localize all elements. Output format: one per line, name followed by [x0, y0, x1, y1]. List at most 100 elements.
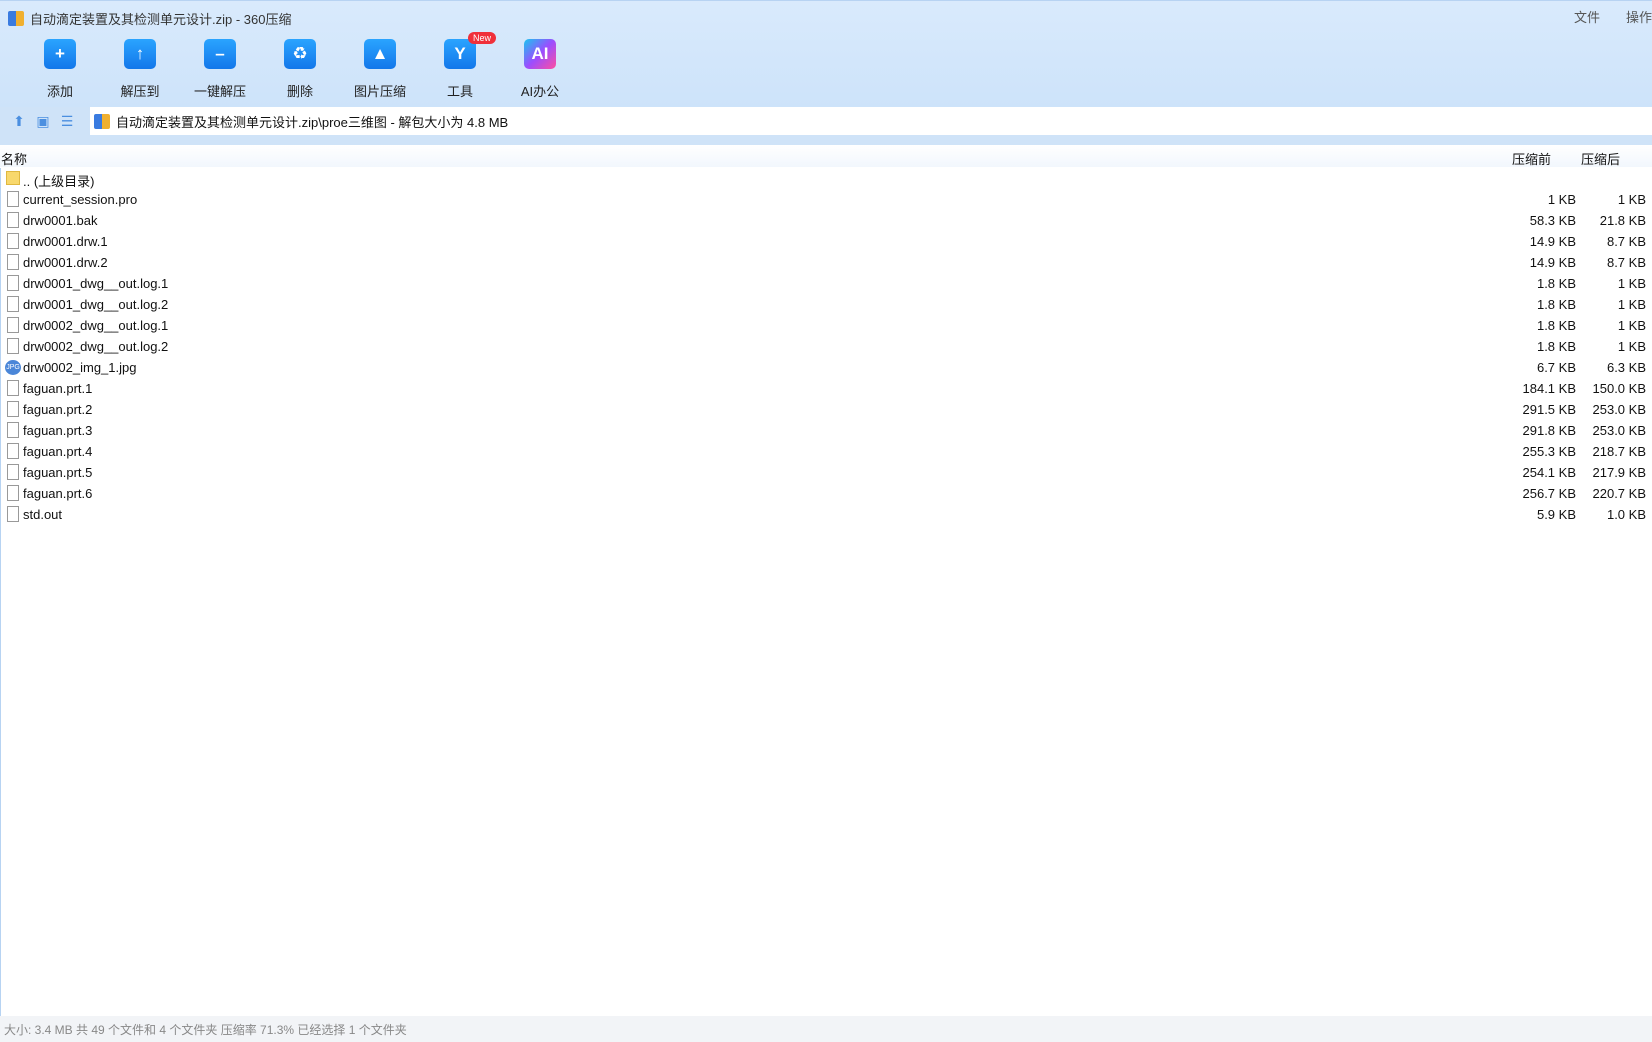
file-icon [7, 380, 19, 396]
size-after: 218.7 KB [1592, 444, 1647, 459]
file-name: faguan.prt.5 [23, 465, 93, 480]
toolbar-button-2[interactable]: – 一键解压 [180, 39, 260, 100]
file-row[interactable]: faguan.prt.2 291.5 KB 253.0 KB [0, 399, 1652, 420]
path-text: 自动滴定装置及其检测单元设计.zip\proe三维图 - 解包大小为 4.8 M… [116, 114, 509, 130]
file-row[interactable]: faguan.prt.1 184.1 KB 150.0 KB [0, 378, 1652, 399]
file-row[interactable]: drw0001.drw.1 14.9 KB 8.7 KB [0, 231, 1652, 252]
file-icon [7, 422, 19, 438]
thumbnail-view-icon[interactable]: ▣ [31, 113, 55, 130]
file-name: current_session.pro [23, 192, 138, 207]
file-name: drw0001_dwg__out.log.2 [23, 297, 169, 312]
size-after: 6.3 KB [1606, 360, 1646, 375]
file-row[interactable]: faguan.prt.4 255.3 KB 218.7 KB [0, 441, 1652, 462]
size-before: 1 KB [1547, 192, 1576, 207]
file-name: faguan.prt.4 [23, 444, 93, 459]
size-before: 291.8 KB [1522, 423, 1577, 438]
status-text: 大小: 3.4 MB 共 49 个文件和 4 个文件夹 压缩率 71.3% 已经… [4, 1023, 407, 1037]
toolbar-button-label: 图片压缩 [353, 84, 406, 99]
file-name: drw0001_dwg__out.log.1 [23, 276, 169, 291]
toolbar-button-0[interactable]: + 添加 [20, 39, 100, 100]
file-icon [7, 443, 19, 459]
path-input[interactable]: 自动滴定装置及其检测单元设计.zip\proe三维图 - 解包大小为 4.8 M… [90, 107, 1652, 135]
size-after: 220.7 KB [1592, 486, 1647, 501]
new-badge: New [468, 32, 497, 44]
size-after: 21.8 KB [1599, 213, 1646, 228]
menu-bar: 文件 操作 [1574, 7, 1652, 26]
size-before: 5.9 KB [1536, 507, 1576, 522]
file-icon [7, 464, 19, 480]
toolbar: + 添加 ↑ 解压到 – 一键解压 ♻ 删除 ▲ 图片压缩 Y New 工具 AI AI办公 [20, 32, 580, 100]
menu-actions[interactable]: 操作 [1626, 7, 1652, 26]
file-icon [7, 401, 19, 417]
size-after: 1.0 KB [1606, 507, 1646, 522]
file-icon [7, 338, 19, 354]
file-row[interactable]: drw0001.drw.2 14.9 KB 8.7 KB [0, 252, 1652, 273]
file-row[interactable]: faguan.prt.3 291.8 KB 253.0 KB [0, 420, 1652, 441]
ai-office-icon: AI [524, 39, 556, 69]
file-row[interactable]: faguan.prt.5 254.1 KB 217.9 KB [0, 462, 1652, 483]
size-after: 1 KB [1617, 318, 1646, 333]
file-row[interactable]: drw0001_dwg__out.log.1 1.8 KB 1 KB [0, 273, 1652, 294]
file-name: drw0002_img_1.jpg [23, 360, 137, 375]
column-header: 名称 压缩前 压缩后 [0, 145, 1652, 167]
file-name: drw0001.drw.2 [23, 255, 108, 270]
file-icon [7, 296, 19, 312]
file-row[interactable]: .. (上级目录) [0, 168, 1652, 189]
file-name: faguan.prt.1 [23, 381, 93, 396]
column-name[interactable]: 名称 [1, 149, 27, 168]
toolbar-button-label: 工具 [446, 84, 473, 99]
toolbar-button-6[interactable]: AI AI办公 [500, 39, 580, 100]
file-list: .. (上级目录) current_session.pro 1 KB 1 KB drw0… [0, 168, 1652, 525]
file-icon [7, 275, 19, 291]
file-icon [7, 191, 19, 207]
file-icon [7, 233, 19, 249]
size-after: 1 KB [1617, 297, 1646, 312]
recycle-bin-icon: ♻ [284, 39, 316, 69]
file-row[interactable]: drw0002_dwg__out.log.2 1.8 KB 1 KB [0, 336, 1652, 357]
file-row[interactable]: JPG drw0002_img_1.jpg 6.7 KB 6.3 KB [0, 357, 1652, 378]
file-row[interactable]: current_session.pro 1 KB 1 KB [0, 189, 1652, 210]
list-view-icon[interactable]: ☰ [55, 113, 79, 130]
file-name: faguan.prt.6 [23, 486, 93, 501]
file-icon [7, 485, 19, 501]
file-name: drw0002_dwg__out.log.1 [23, 318, 169, 333]
size-before: 184.1 KB [1522, 381, 1577, 396]
column-size-after[interactable]: 压缩后 [1581, 149, 1620, 168]
file-row[interactable]: faguan.prt.6 256.7 KB 220.7 KB [0, 483, 1652, 504]
divider [0, 135, 1652, 145]
zip-archive-icon [94, 113, 110, 129]
toolbar-button-label: AI办公 [520, 84, 560, 99]
toolbar-button-5[interactable]: Y New 工具 [420, 32, 500, 100]
menu-file[interactable]: 文件 [1574, 7, 1600, 26]
size-before: 14.9 KB [1529, 234, 1576, 249]
size-before: 291.5 KB [1522, 402, 1577, 417]
size-after: 1 KB [1617, 192, 1646, 207]
size-before: 254.1 KB [1522, 465, 1577, 480]
toolbar-button-1[interactable]: ↑ 解压到 [100, 39, 180, 100]
size-after: 253.0 KB [1592, 402, 1647, 417]
zip-archive-icon [8, 11, 24, 26]
file-row[interactable]: drw0002_dwg__out.log.1 1.8 KB 1 KB [0, 315, 1652, 336]
size-after: 253.0 KB [1592, 423, 1647, 438]
size-before: 1.8 KB [1536, 339, 1576, 354]
window-title: 自动滴定装置及其检测单元设计.zip - 360压缩 [8, 9, 291, 28]
file-row[interactable]: std.out 5.9 KB 1.0 KB [0, 504, 1652, 525]
size-before: 14.9 KB [1529, 255, 1576, 270]
size-before: 1.8 KB [1536, 318, 1576, 333]
size-before: 255.3 KB [1522, 444, 1577, 459]
file-row[interactable]: drw0001.bak 58.3 KB 21.8 KB [0, 210, 1652, 231]
size-after: 8.7 KB [1606, 234, 1646, 249]
add-folder-icon: + [44, 39, 76, 69]
file-icon [7, 317, 19, 333]
column-size-before[interactable]: 压缩前 [1512, 149, 1551, 168]
address-bar: ⬆ ▣ ☰ 自动滴定装置及其检测单元设计.zip\proe三维图 - 解包大小为… [0, 107, 1652, 135]
toolbar-button-4[interactable]: ▲ 图片压缩 [340, 39, 420, 100]
file-icon [7, 506, 19, 522]
file-icon [7, 254, 19, 270]
file-name: .. (上级目录) [23, 174, 95, 189]
file-row[interactable]: drw0001_dwg__out.log.2 1.8 KB 1 KB [0, 294, 1652, 315]
status-bar: 大小: 3.4 MB 共 49 个文件和 4 个文件夹 压缩率 71.3% 已经… [0, 1016, 1652, 1042]
size-after: 217.9 KB [1592, 465, 1647, 480]
toolbar-button-3[interactable]: ♻ 删除 [260, 39, 340, 100]
up-arrow-icon[interactable]: ⬆ [7, 113, 31, 130]
